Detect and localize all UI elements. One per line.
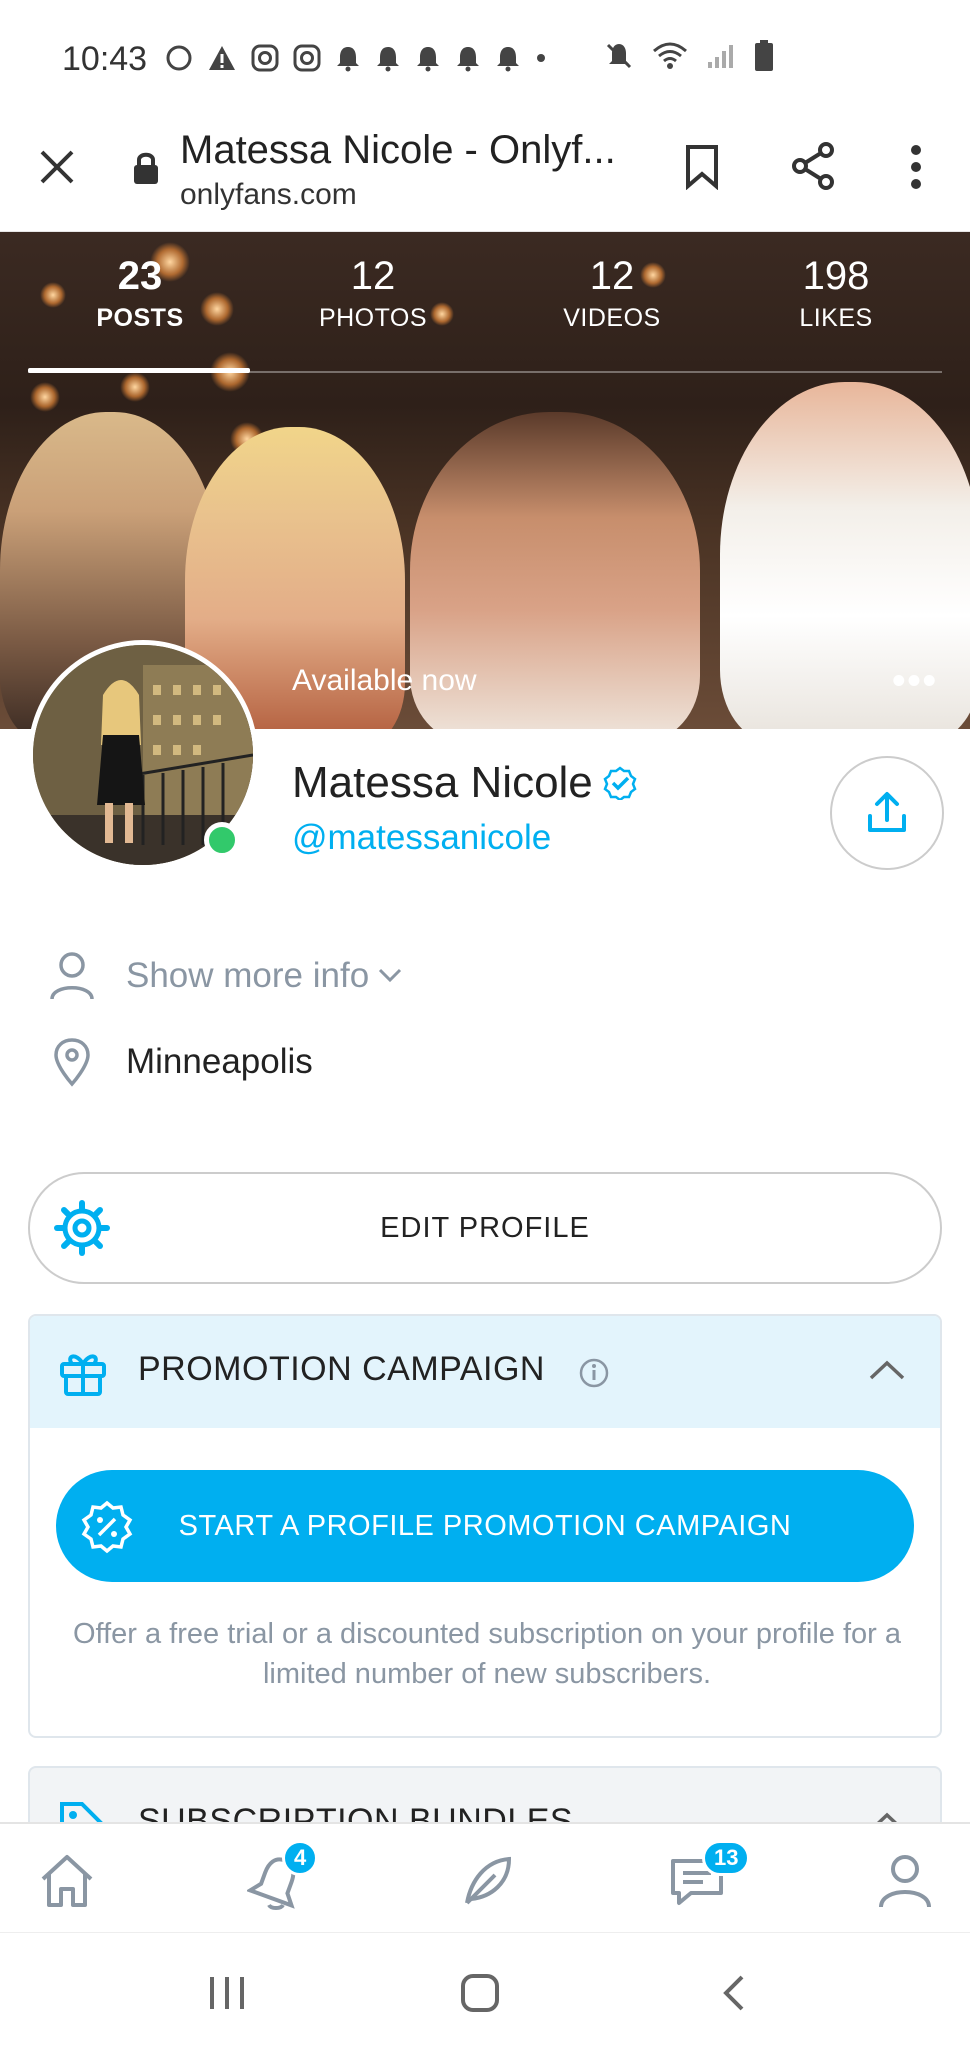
status-bar: 10:43: [0, 0, 970, 110]
system-navigation-bar: [0, 1932, 970, 2048]
gear-icon: [54, 1200, 110, 1256]
edit-profile-label: EDIT PROFILE: [380, 1211, 590, 1244]
more-vertical-icon[interactable]: [908, 144, 924, 190]
status-time: 10:43: [62, 40, 148, 78]
start-promotion-label: START A PROFILE PROMOTION CAMPAIGN: [178, 1509, 792, 1542]
nav-profile[interactable]: [870, 1846, 940, 1916]
availability-status: Available now: [292, 664, 477, 697]
profile-name: Matessa Nicole: [292, 758, 637, 808]
share-icon[interactable]: [790, 142, 836, 190]
nav-notifications[interactable]: 4: [242, 1840, 319, 1916]
online-indicator: [204, 822, 240, 858]
home-icon: [41, 1855, 93, 1907]
bell-icon: [457, 47, 479, 72]
gift-icon: [60, 1354, 106, 1396]
tab-videos[interactable]: 12 VIDEOS: [542, 252, 682, 333]
tab-count: 12: [589, 254, 635, 298]
show-more-info[interactable]: Show more info: [48, 950, 403, 1002]
feather-icon: [465, 1856, 512, 1905]
home-button-icon[interactable]: [460, 1973, 500, 2013]
url-domain[interactable]: onlyfans.com: [180, 178, 357, 212]
instagram-icon: [293, 44, 321, 72]
promotion-campaign-title: PROMOTION CAMPAIGN: [138, 1350, 545, 1388]
signal-icon: [708, 45, 733, 68]
wifi-icon: [653, 42, 687, 69]
show-more-info-label: Show more info: [126, 956, 370, 995]
tab-label: PHOTOS: [318, 304, 428, 332]
more-options-icon[interactable]: •••: [892, 660, 938, 703]
battery-icon: [755, 40, 773, 71]
nav-messages[interactable]: 13: [662, 1840, 751, 1916]
nav-home[interactable]: [32, 1846, 102, 1916]
chevron-up-icon[interactable]: [868, 1358, 906, 1382]
bottom-navigation: 4 13: [0, 1822, 970, 1930]
bookmark-icon[interactable]: [684, 144, 720, 190]
chat-bubble-icon: [166, 45, 192, 71]
discount-badge-icon: [81, 1500, 133, 1554]
notification-icons: [165, 44, 547, 72]
warning-icon: [209, 46, 235, 70]
tab-count: 23: [117, 254, 163, 298]
share-profile-button[interactable]: [830, 756, 944, 870]
messages-badge: 13: [702, 1840, 751, 1876]
promotion-campaign-card: PROMOTION CAMPAIGN START A PROFILE PROMO…: [28, 1314, 942, 1738]
page-title[interactable]: Matessa Nicole - Onlyf...: [180, 128, 616, 173]
tab-label: POSTS: [96, 304, 184, 332]
tab-count: 198: [802, 254, 870, 298]
bell-icon: [337, 47, 359, 72]
back-icon[interactable]: [718, 1973, 748, 2013]
mute-icon: [606, 43, 632, 69]
chevron-down-icon: [379, 968, 402, 983]
tab-posts[interactable]: 23 POSTS: [80, 252, 200, 333]
system-status-icons: [604, 40, 774, 72]
tab-photos[interactable]: 12 PHOTOS: [303, 252, 443, 333]
location-row: Minneapolis: [48, 1036, 313, 1088]
start-promotion-campaign-button[interactable]: START A PROFILE PROMOTION CAMPAIGN: [56, 1470, 914, 1582]
close-icon[interactable]: [38, 148, 76, 186]
recent-apps-icon[interactable]: [206, 1973, 248, 2013]
tab-likes[interactable]: 198 LIKES: [766, 252, 906, 333]
tab-label: VIDEOS: [563, 304, 661, 332]
nav-add-post[interactable]: [452, 1846, 522, 1916]
bell-icon: [497, 47, 519, 72]
user-icon: [50, 952, 94, 1000]
location-pin-icon: [54, 1038, 90, 1087]
promotion-description: Offer a free trial or a discounted subsc…: [72, 1618, 901, 1690]
instagram-icon: [251, 44, 279, 72]
user-icon: [879, 1855, 931, 1908]
location-text: Minneapolis: [126, 1042, 313, 1081]
tab-active-indicator: [28, 368, 250, 373]
profile-handle[interactable]: @matessanicole: [292, 818, 551, 858]
tab-count: 12: [350, 254, 396, 298]
browser-toolbar: Matessa Nicole - Onlyf... onlyfans.com: [0, 110, 970, 232]
dot-icon: [537, 54, 545, 62]
info-icon[interactable]: [578, 1357, 610, 1389]
tab-label: LIKES: [799, 304, 873, 332]
upload-share-icon: [868, 792, 906, 832]
bell-icon: [377, 47, 399, 72]
verified-icon: [603, 766, 637, 800]
lock-icon: [134, 152, 158, 184]
edit-profile-button[interactable]: EDIT PROFILE: [28, 1172, 942, 1284]
notifications-badge: 4: [282, 1840, 319, 1876]
bell-icon: [417, 47, 439, 72]
promotion-campaign-header[interactable]: PROMOTION CAMPAIGN: [30, 1316, 940, 1428]
profile-name-text: Matessa Nicole: [292, 758, 593, 807]
